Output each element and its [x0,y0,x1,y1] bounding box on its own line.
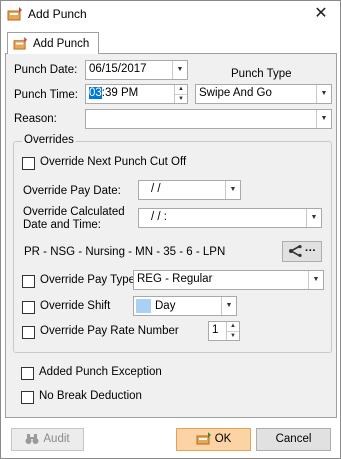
override-pay-type-value: REG - Regular [137,273,213,285]
no-break-deduction-label: No Break Deduction [39,390,142,402]
assignment-button-dots: ··· [305,245,317,257]
override-pay-date-value: / / [151,183,161,195]
add-punch-panel: Punch Date: 06/15/2017 ▼ Punch Type Punc… [5,54,337,418]
override-shift-label: Override Shift [40,300,111,312]
override-pay-type-checkbox[interactable] [22,275,35,288]
override-calc-date-label-1: Override Calculated [23,206,125,218]
punch-date-picker[interactable]: 06/15/2017 ▼ [85,60,188,80]
chevron-down-icon[interactable]: ▼ [316,85,331,103]
added-punch-exception-label: Added Punch Exception [39,366,162,378]
shift-color-swatch [136,299,151,313]
spin-up-icon[interactable]: ▲ [175,85,187,94]
title-bar: Add Punch ✕ [1,1,340,28]
punch-time-minutes: :39 PM [101,87,139,99]
spin-down-icon[interactable]: ▼ [175,94,187,103]
tab-add-punch[interactable]: Add Punch [7,32,99,55]
time-spin-buttons[interactable]: ▲ ▼ [174,85,187,103]
chevron-down-icon[interactable]: ▼ [308,271,323,289]
chevron-down-icon[interactable]: ▼ [225,181,240,199]
assignment-text: PR - NSG - Nursing - MN - 35 - 6 - LPN [24,246,226,258]
override-shift-checkbox[interactable] [22,301,35,314]
punch-time-hour[interactable]: 03 [89,87,102,99]
chevron-down-icon[interactable]: ▼ [221,297,236,315]
punch-clock-icon [7,7,22,21]
override-calc-date-picker[interactable]: / / : ▼ [138,208,322,228]
spin-down-icon[interactable]: ▼ [227,331,239,340]
chevron-down-icon[interactable]: ▼ [172,61,187,79]
share-icon [288,245,302,258]
override-next-punch-checkbox[interactable] [22,157,35,170]
audit-button[interactable]: Audit [11,428,84,451]
override-rate-value: 1 [212,324,219,336]
override-pay-type-label: Override Pay Type [40,274,136,286]
window-title: Add Punch [28,7,87,21]
overrides-title: Overrides [22,134,76,146]
punch-clock-icon [196,432,211,445]
override-calc-date-value: / / : [151,211,167,223]
cancel-button[interactable]: Cancel [256,428,331,451]
punch-type-label: Punch Type [231,68,292,80]
chevron-down-icon[interactable]: ▼ [306,209,321,227]
reason-label: Reason: [14,113,57,125]
override-next-punch-label: Override Next Punch Cut Off [40,156,187,168]
punch-type-select[interactable]: Swipe And Go ▼ [195,84,332,104]
close-button[interactable]: ✕ [310,3,332,25]
tab-strip: Add Punch [5,30,337,55]
reason-select[interactable]: ▼ [85,109,332,129]
cancel-label: Cancel [275,433,312,445]
tab-label: Add Punch [33,38,90,50]
punch-type-value: Swipe And Go [199,87,272,99]
ok-label: OK [214,433,232,445]
override-calc-date-label-2: Date and Time: [23,219,101,231]
override-shift-value: Day [155,300,176,313]
punch-time-label: Punch Time: [14,89,78,101]
override-rate-checkbox[interactable] [22,326,35,339]
binoculars-icon [25,433,39,444]
punch-time-spinner[interactable]: 03:39 PM ▲ ▼ [85,84,188,104]
assignment-button[interactable]: ··· [282,241,322,262]
added-punch-exception-checkbox[interactable] [21,367,34,380]
punch-clock-icon [13,37,27,50]
override-shift-select[interactable]: Day ▼ [133,296,237,316]
no-break-deduction-checkbox[interactable] [21,391,34,404]
override-pay-date-label: Override Pay Date: [23,185,121,197]
override-pay-date-picker[interactable]: / / ▼ [138,180,241,200]
punch-date-value: 06/15/2017 [89,63,147,75]
punch-date-label: Punch Date: [14,64,78,76]
override-pay-type-select[interactable]: REG - Regular ▼ [133,270,324,290]
chevron-down-icon[interactable]: ▼ [316,110,331,128]
rate-spin-buttons[interactable]: ▲ ▼ [226,322,239,340]
override-rate-spinner[interactable]: 1 ▲ ▼ [208,321,240,341]
override-rate-label: Override Pay Rate Number [40,325,179,337]
add-punch-window: Add Punch ✕ Add Punch Punch Date: 06/15/… [0,0,341,459]
audit-label: Audit [43,433,70,445]
ok-button[interactable]: OK [176,428,251,451]
overrides-group: Overrides Override Next Punch Cut Off Ov… [13,134,332,353]
spin-up-icon[interactable]: ▲ [227,322,239,331]
